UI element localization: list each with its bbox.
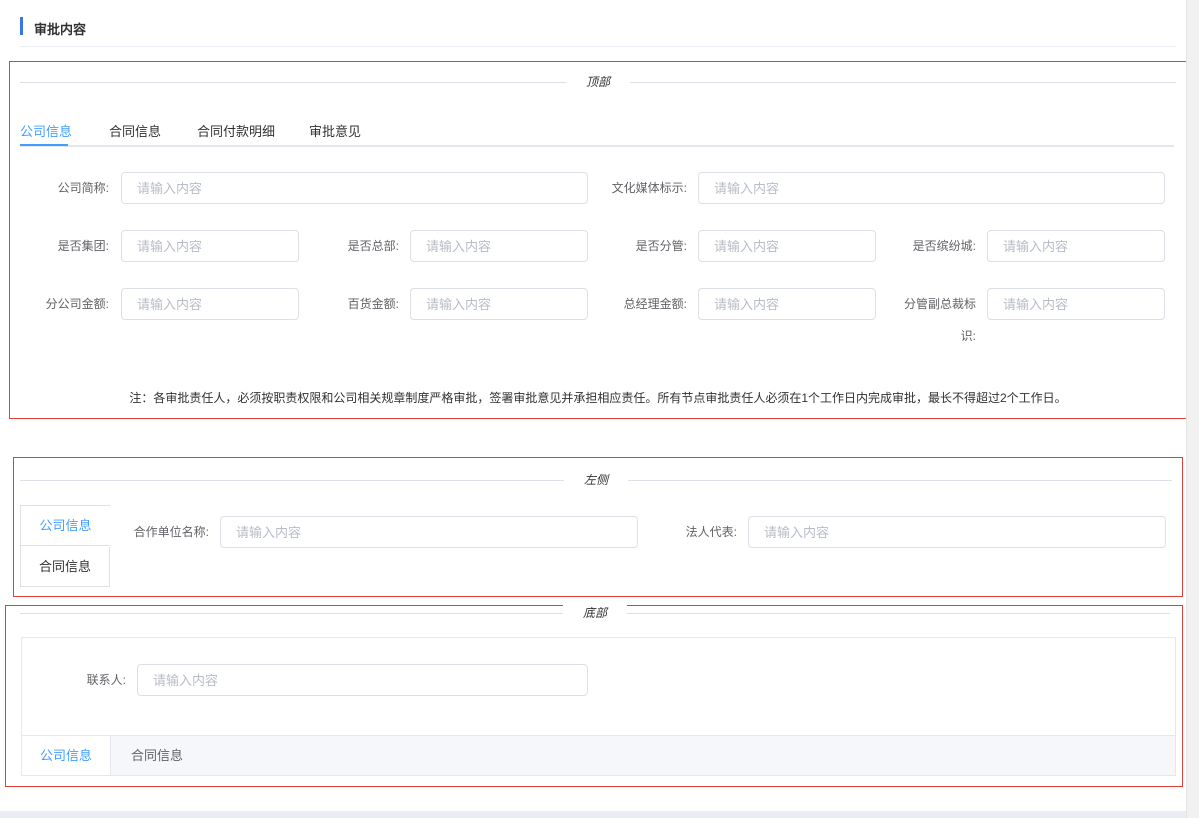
is-branch-input[interactable]	[698, 230, 876, 262]
left-divider-label: 左侧	[563, 472, 629, 488]
bottom-divider-label: 底部	[562, 605, 628, 621]
top-section: 顶部 公司信息 合同信息 合同付款明细 审批意见 公司简称: 文化媒体标示: 是…	[9, 61, 1187, 419]
dept-store-amount-label: 百货金额:	[347, 297, 399, 311]
culture-media-label: 文化媒体标示:	[611, 181, 687, 195]
contact-input[interactable]	[137, 664, 588, 696]
company-abbr-label: 公司简称:	[57, 181, 109, 195]
legal-rep-input[interactable]	[748, 516, 1166, 548]
is-hq-label: 是否总部:	[347, 239, 399, 253]
left-tab-contract-info[interactable]: 合同信息	[21, 547, 110, 587]
vp-flag-label: 分管副总裁标 识:	[887, 296, 976, 344]
gm-amount-input[interactable]	[698, 288, 876, 320]
legal-rep-label: 法人代表:	[685, 525, 737, 539]
approval-note: 注：各审批责任人，必须按职责权限和公司相关规章制度严格审批，签署审批意见并承担相…	[129, 391, 1067, 405]
company-abbr-input[interactable]	[121, 172, 588, 204]
gm-amount-label: 总经理金额:	[623, 297, 687, 311]
title-accent-bar	[20, 17, 23, 35]
left-tabs: 公司信息 合同信息	[20, 505, 110, 587]
page-title: 审批内容	[34, 22, 87, 37]
page: 审批内容 顶部 公司信息 合同信息 合同付款明细 审批意见 公司简称: 文化媒体…	[0, 0, 1187, 811]
partner-name-label: 合作单位名称:	[133, 525, 209, 539]
dept-store-amount-input[interactable]	[410, 288, 588, 320]
is-group-input[interactable]	[121, 230, 299, 262]
bottom-tabbar: 公司信息 合同信息	[22, 735, 1175, 775]
left-section: 左侧 公司信息 合同信息 合作单位名称: 法人代表:	[13, 457, 1183, 597]
vp-flag-input[interactable]	[987, 288, 1165, 320]
tabs-baseline	[20, 145, 1174, 147]
section-header: 审批内容	[20, 17, 1176, 47]
active-tab-indicator	[20, 144, 68, 146]
vp-flag-label-line1: 分管副总裁标	[903, 297, 976, 311]
bottom-tab-contract-info[interactable]: 合同信息	[131, 736, 183, 775]
is-group-label: 是否集团:	[57, 239, 109, 253]
left-tab-company-info[interactable]: 公司信息	[21, 506, 110, 546]
top-divider-label: 顶部	[565, 74, 631, 90]
contact-label: 联系人:	[86, 673, 126, 687]
tab-company-info[interactable]: 公司信息	[20, 121, 72, 140]
tab-contract-payment-detail[interactable]: 合同付款明细	[197, 121, 275, 140]
vertical-scrollbar[interactable]	[1186, 0, 1199, 818]
top-divider: 顶部	[20, 74, 1176, 90]
partner-name-input[interactable]	[220, 516, 638, 548]
left-divider: 左侧	[20, 472, 1172, 488]
tab-approval-opinion[interactable]: 审批意见	[309, 121, 361, 140]
bottom-tab-card: 联系人: 公司信息 合同信息	[21, 637, 1176, 776]
branch-amount-input[interactable]	[121, 288, 299, 320]
bottom-section: 底部 联系人: 公司信息 合同信息	[5, 605, 1183, 787]
culture-media-input[interactable]	[698, 172, 1165, 204]
branch-amount-label: 分公司金额:	[45, 297, 109, 311]
bottom-tab-company-info[interactable]: 公司信息	[22, 736, 111, 775]
is-branch-label: 是否分管:	[635, 239, 687, 253]
is-colorful-city-input[interactable]	[987, 230, 1165, 262]
vp-flag-label-line2: 识:	[960, 329, 976, 343]
tab-contract-info[interactable]: 合同信息	[109, 121, 161, 140]
is-hq-input[interactable]	[410, 230, 588, 262]
is-colorful-city-label: 是否缤纷城:	[912, 239, 976, 253]
bottom-divider: 底部	[20, 605, 1170, 621]
